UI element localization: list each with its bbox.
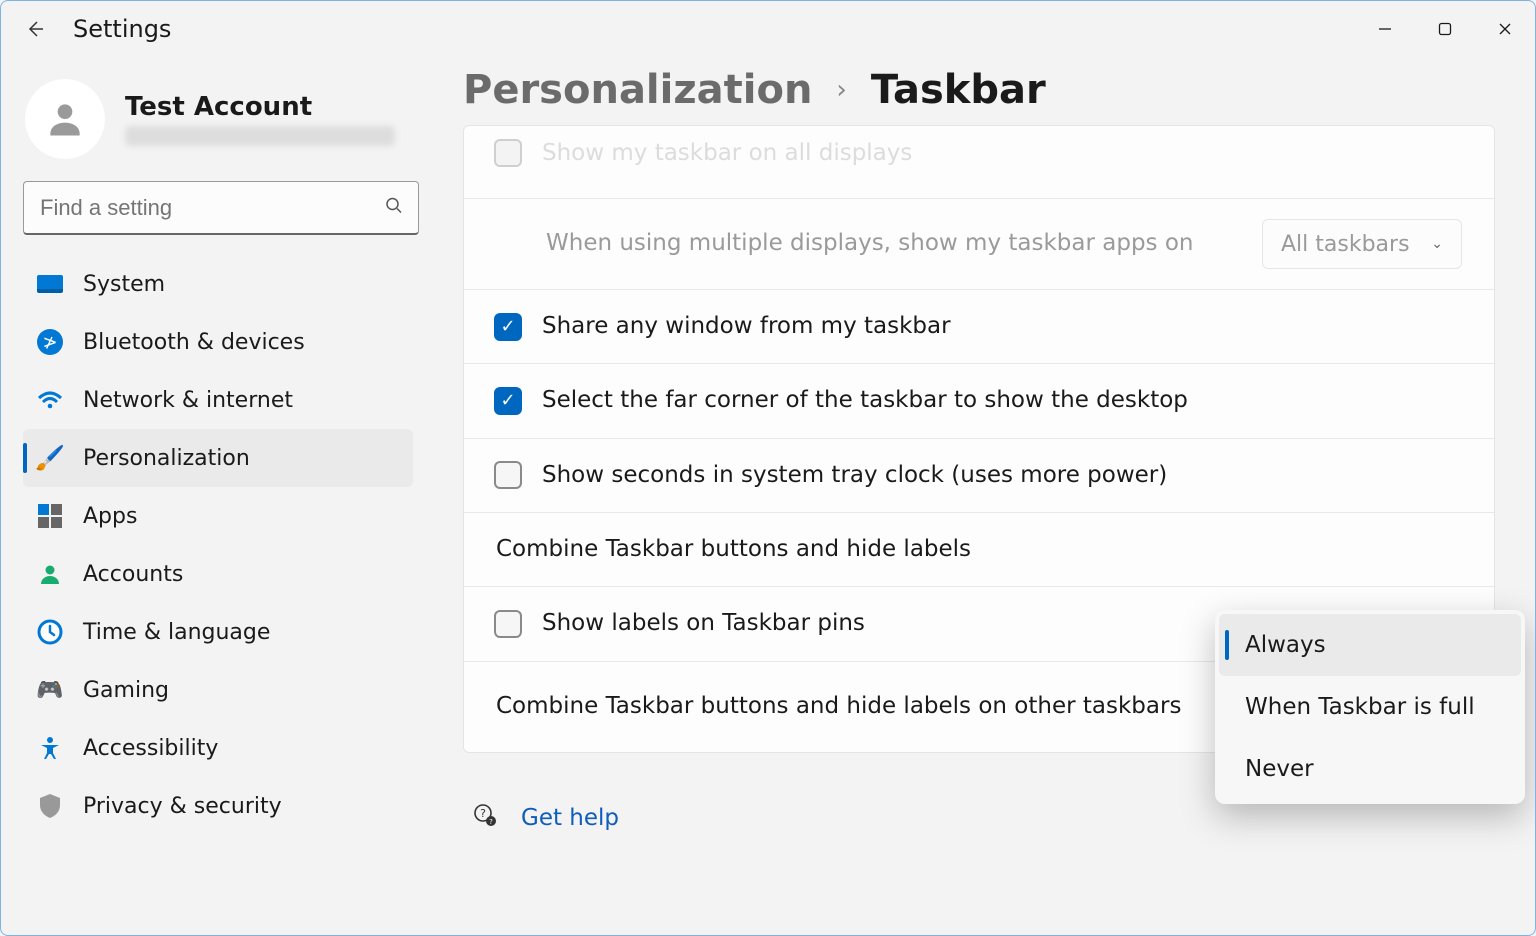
checkbox-unchecked[interactable] bbox=[494, 461, 522, 489]
breadcrumb-current: Taskbar bbox=[871, 67, 1046, 113]
accessibility-icon bbox=[35, 733, 65, 763]
row-label: Share any window from my taskbar bbox=[542, 310, 1462, 343]
wifi-icon bbox=[35, 385, 65, 415]
close-button[interactable] bbox=[1475, 9, 1535, 49]
sidebar-item-label: Gaming bbox=[83, 678, 169, 703]
sidebar: Test Account System ≯ Bluetooth & device… bbox=[1, 57, 431, 935]
system-icon bbox=[35, 269, 65, 299]
breadcrumb: Personalization › Taskbar bbox=[463, 67, 1495, 113]
row-share-window[interactable]: ✓ Share any window from my taskbar bbox=[464, 289, 1494, 363]
checkbox-checked[interactable]: ✓ bbox=[494, 313, 522, 341]
checkbox-unchecked[interactable] bbox=[494, 610, 522, 638]
window-controls bbox=[1355, 9, 1535, 49]
sidebar-item-label: System bbox=[83, 272, 165, 297]
person-icon bbox=[35, 559, 65, 589]
sidebar-item-label: Personalization bbox=[83, 446, 250, 471]
row-label: Combine Taskbar buttons and hide labels … bbox=[496, 690, 1242, 723]
dropdown-value: All taskbars bbox=[1281, 232, 1410, 257]
gamepad-icon: 🎮 bbox=[35, 675, 65, 705]
sidebar-item-gaming[interactable]: 🎮 Gaming bbox=[23, 661, 413, 719]
row-label: When using multiple displays, show my ta… bbox=[546, 227, 1242, 260]
row-show-seconds[interactable]: Show seconds in system tray clock (uses … bbox=[464, 438, 1494, 512]
sidebar-item-accessibility[interactable]: Accessibility bbox=[23, 719, 413, 777]
sidebar-item-time[interactable]: Time & language bbox=[23, 603, 413, 661]
search-icon bbox=[385, 197, 403, 220]
row-multi-displays: When using multiple displays, show my ta… bbox=[464, 198, 1494, 289]
clock-icon bbox=[35, 617, 65, 647]
popover-option-always[interactable]: Always bbox=[1219, 614, 1521, 676]
search-input[interactable] bbox=[23, 181, 419, 235]
brush-icon: 🖌️ bbox=[35, 443, 65, 473]
sidebar-item-label: Accessibility bbox=[83, 736, 218, 761]
avatar bbox=[25, 79, 105, 159]
sidebar-item-accounts[interactable]: Accounts bbox=[23, 545, 413, 603]
settings-window: Settings Test Account bbox=[0, 0, 1536, 936]
sidebar-item-label: Privacy & security bbox=[83, 794, 282, 819]
window-title: Settings bbox=[73, 15, 171, 43]
content-area: Personalization › Taskbar Show my taskba… bbox=[431, 57, 1535, 935]
sidebar-item-label: Accounts bbox=[83, 562, 183, 587]
account-email bbox=[125, 126, 395, 146]
search-wrap bbox=[23, 181, 419, 235]
sidebar-item-bluetooth[interactable]: ≯ Bluetooth & devices bbox=[23, 313, 413, 371]
back-button[interactable] bbox=[15, 9, 55, 49]
shield-icon bbox=[35, 791, 65, 821]
row-label: Select the far corner of the taskbar to … bbox=[542, 384, 1462, 417]
sidebar-item-label: Bluetooth & devices bbox=[83, 330, 305, 355]
dropdown-all-taskbars[interactable]: All taskbars ⌄ bbox=[1262, 219, 1462, 269]
sidebar-item-apps[interactable]: Apps bbox=[23, 487, 413, 545]
combine-dropdown-popover: Always When Taskbar is full Never bbox=[1215, 610, 1525, 804]
sidebar-item-personalization[interactable]: 🖌️ Personalization bbox=[23, 429, 413, 487]
account-block[interactable]: Test Account bbox=[23, 79, 419, 181]
sidebar-item-label: Network & internet bbox=[83, 388, 293, 413]
chevron-right-icon: › bbox=[836, 75, 846, 105]
row-label: Combine Taskbar buttons and hide labels bbox=[496, 533, 1462, 566]
apps-icon bbox=[35, 501, 65, 531]
breadcrumb-parent[interactable]: Personalization bbox=[463, 67, 812, 113]
svg-text:?: ? bbox=[480, 807, 486, 820]
sidebar-item-privacy[interactable]: Privacy & security bbox=[23, 777, 413, 835]
titlebar: Settings bbox=[1, 1, 1535, 57]
chevron-down-icon: ⌄ bbox=[1431, 236, 1443, 252]
sidebar-item-network[interactable]: Network & internet bbox=[23, 371, 413, 429]
popover-option-never[interactable]: Never bbox=[1219, 738, 1521, 800]
sidebar-nav[interactable]: System ≯ Bluetooth & devices Network & i… bbox=[23, 255, 419, 835]
row-cutoff: Show my taskbar on all displays bbox=[464, 126, 1494, 198]
svg-text:?: ? bbox=[489, 818, 493, 826]
popover-option-when-full[interactable]: When Taskbar is full bbox=[1219, 676, 1521, 738]
checkbox-checked[interactable]: ✓ bbox=[494, 387, 522, 415]
row-combine-buttons: Combine Taskbar buttons and hide labels bbox=[464, 512, 1494, 586]
minimize-button[interactable] bbox=[1355, 9, 1415, 49]
maximize-button[interactable] bbox=[1415, 9, 1475, 49]
sidebar-item-label: Apps bbox=[83, 504, 137, 529]
sidebar-item-label: Time & language bbox=[83, 620, 270, 645]
bluetooth-icon: ≯ bbox=[35, 327, 65, 357]
get-help-link[interactable]: Get help bbox=[521, 805, 619, 831]
sidebar-item-system[interactable]: System bbox=[23, 255, 413, 313]
row-label: Show seconds in system tray clock (uses … bbox=[542, 459, 1462, 492]
checkbox-disabled bbox=[494, 139, 522, 167]
help-icon: ?? bbox=[473, 803, 497, 833]
row-far-corner[interactable]: ✓ Select the far corner of the taskbar t… bbox=[464, 363, 1494, 437]
account-name: Test Account bbox=[125, 92, 395, 122]
